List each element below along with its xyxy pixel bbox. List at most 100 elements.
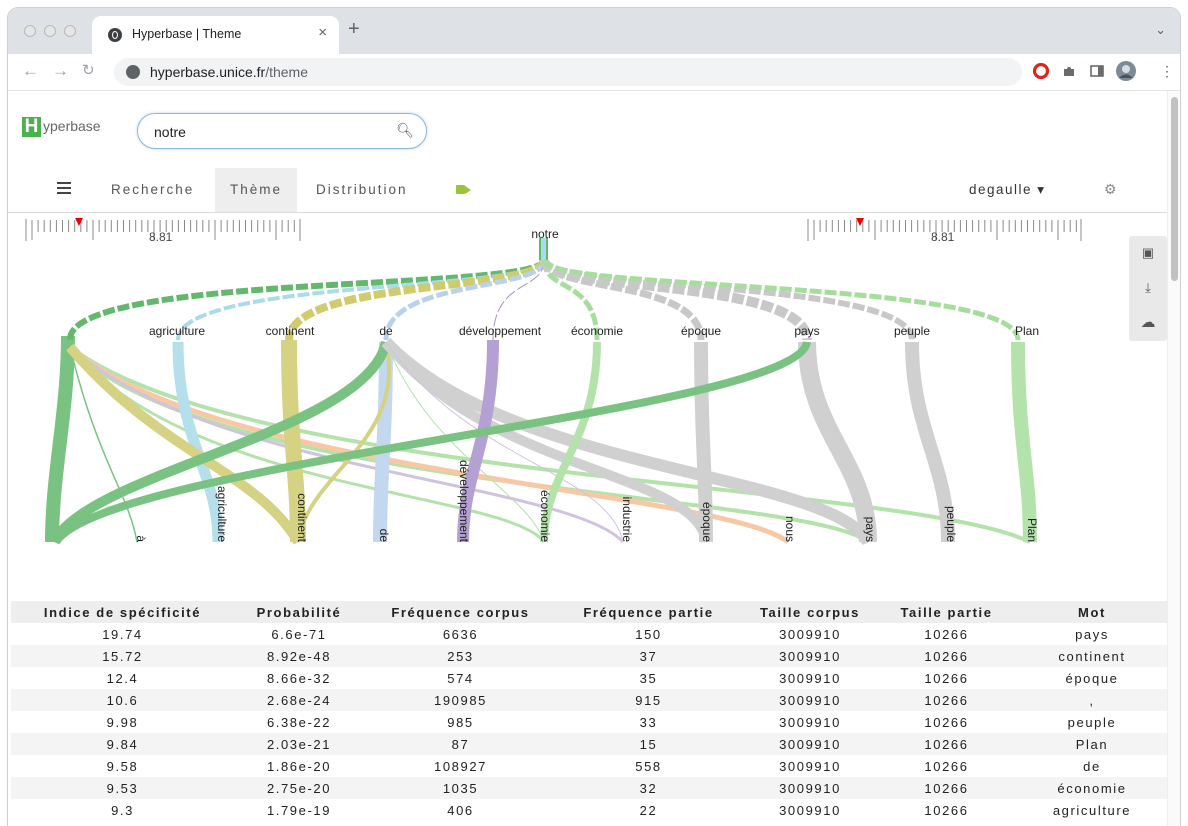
hyperbase-logo[interactable]: Hyperbase bbox=[22, 117, 101, 137]
column-header[interactable]: Mot bbox=[1013, 601, 1171, 623]
top-word-label[interactable]: pays bbox=[794, 324, 819, 338]
browser-tab[interactable]: Hyperbase | Theme × bbox=[92, 16, 339, 54]
table-cell: 558 bbox=[635, 758, 662, 774]
minimize-window-button[interactable] bbox=[44, 25, 56, 37]
profile-avatar[interactable] bbox=[1115, 60, 1137, 82]
search-icon[interactable]: 🔍︎ bbox=[396, 122, 414, 139]
main-menu: Recherche Thème Distribution degaulle ▾ … bbox=[8, 168, 1168, 213]
column-header[interactable]: Indice de spécificité bbox=[11, 601, 234, 623]
table-cell: 6.38e-22 bbox=[266, 714, 332, 730]
table-cell: continent bbox=[1013, 645, 1171, 667]
bottom-word-label[interactable]: pays bbox=[863, 517, 877, 542]
threshold-slider-left[interactable]: 8.81 bbox=[25, 218, 301, 244]
table-cell: 10266 bbox=[880, 645, 1013, 667]
table-cell: 1.79e-19 bbox=[266, 802, 332, 818]
bottom-word-label[interactable]: peuple bbox=[944, 506, 958, 542]
table-cell: 35 bbox=[639, 670, 658, 686]
table-header-row: Indice de spécificité Probabilité Fréque… bbox=[11, 601, 1171, 623]
bottom-word-label[interactable]: de bbox=[377, 529, 391, 543]
column-header[interactable]: Probabilité bbox=[234, 601, 364, 623]
table-cell: 8.66e-32 bbox=[266, 670, 332, 686]
close-window-button[interactable] bbox=[24, 25, 36, 37]
top-word-label[interactable]: époque bbox=[681, 324, 721, 338]
table-cell: 253 bbox=[364, 645, 557, 667]
table-cell: 37 bbox=[557, 645, 740, 667]
column-header[interactable]: Taille partie bbox=[880, 601, 1013, 623]
table-row[interactable]: 9.84 2.03e-21 87 15 3009910 10266 Plan bbox=[11, 733, 1171, 755]
table-cell: 1.86e-20 bbox=[266, 758, 332, 774]
table-row[interactable]: 9.58 1.86e-20 108927 558 3009910 10266 de bbox=[11, 755, 1171, 777]
address-bar[interactable]: hyperbase.unice.fr/theme bbox=[114, 58, 1022, 86]
hamburger-menu-icon[interactable] bbox=[57, 182, 71, 194]
top-word-label[interactable]: de bbox=[379, 324, 393, 338]
chevron-down-icon[interactable]: ⌄ bbox=[1155, 22, 1166, 38]
table-cell: 9.84 bbox=[11, 733, 234, 755]
reload-icon[interactable]: ↻ bbox=[82, 62, 95, 80]
table-row[interactable]: 9.98 6.38e-22 985 33 3009910 10266 peuple bbox=[11, 711, 1171, 733]
table-row[interactable]: 9.3 1.79e-19 406 22 3009910 10266 agriculture bbox=[11, 799, 1171, 821]
top-word-label[interactable]: développement bbox=[459, 324, 542, 338]
puzzle-extension-icon[interactable] bbox=[1061, 63, 1077, 79]
column-header[interactable]: Taille corpus bbox=[740, 601, 880, 623]
slider-thumb-left[interactable] bbox=[75, 218, 83, 226]
tab-close-icon[interactable]: × bbox=[318, 24, 327, 41]
tab-theme[interactable]: Thème bbox=[215, 168, 298, 212]
threshold-slider-right[interactable]: 8.81 bbox=[807, 218, 1082, 244]
table-row[interactable]: 10.6 2.68e-24 190985 915 3009910 10266, bbox=[11, 689, 1171, 711]
site-info-icon[interactable] bbox=[126, 65, 140, 79]
slider-value-right: 8.81 bbox=[931, 230, 955, 244]
url-text[interactable]: hyperbase.unice.fr/theme bbox=[150, 64, 308, 80]
video-camera-icon[interactable] bbox=[456, 185, 471, 194]
table-row[interactable]: 9.53 2.75e-20 1035 32 3009910 10266 économie bbox=[11, 777, 1171, 799]
top-word-label[interactable]: continent bbox=[266, 324, 315, 338]
globe-icon bbox=[108, 28, 122, 42]
kebab-menu-icon[interactable]: ⋮ bbox=[1160, 62, 1174, 80]
opera-extension-icon[interactable] bbox=[1033, 63, 1049, 79]
bottom-word-label[interactable]: époque bbox=[700, 502, 714, 542]
back-arrow-icon[interactable]: ← bbox=[22, 62, 39, 80]
scrollbar[interactable] bbox=[1167, 91, 1180, 826]
root-word-label[interactable]: notre bbox=[531, 227, 559, 241]
new-tab-button[interactable]: + bbox=[348, 19, 360, 39]
table-row[interactable]: 19.74 6.6e-71 6636 150 3009910 10266 pays bbox=[11, 623, 1171, 645]
bottom-word-label[interactable]: continent bbox=[295, 493, 309, 542]
bottom-word-label[interactable]: développement bbox=[457, 460, 471, 543]
top-word-label[interactable]: peuple bbox=[894, 324, 930, 338]
gear-icon[interactable]: ⚙ bbox=[1104, 181, 1117, 198]
scrollbar-thumb[interactable] bbox=[1171, 97, 1178, 281]
corpus-dropdown[interactable]: degaulle ▾ bbox=[969, 182, 1046, 198]
search-input[interactable] bbox=[152, 123, 386, 141]
bottom-word-label[interactable]: agriculture bbox=[215, 486, 229, 542]
top-word-label[interactable]: économie bbox=[571, 324, 623, 338]
column-header[interactable]: Fréquence partie bbox=[557, 601, 740, 623]
table-cell: 10266 bbox=[880, 689, 1013, 711]
bottom-word-label[interactable]: nous bbox=[783, 516, 797, 542]
maximize-window-button[interactable] bbox=[64, 25, 76, 37]
download-icon[interactable]: ⤓ bbox=[1129, 280, 1167, 296]
table-cell: 150 bbox=[635, 626, 662, 642]
table-cell: 15.72 bbox=[11, 645, 234, 667]
top-word-label[interactable]: agriculture bbox=[149, 324, 205, 338]
table-cell: 87 bbox=[364, 733, 557, 755]
side-panel-icon[interactable] bbox=[1089, 63, 1105, 79]
table-cell: de bbox=[1083, 758, 1101, 774]
table-row[interactable]: 15.72 8.92e-48 253 37 3009910 10266 continent bbox=[11, 645, 1171, 667]
bottom-word-label[interactable]: industrie bbox=[620, 497, 634, 543]
forward-arrow-icon[interactable]: → bbox=[52, 62, 69, 80]
tab-distribution[interactable]: Distribution bbox=[301, 168, 423, 212]
slider-value-left: 8.81 bbox=[149, 230, 173, 244]
table-cell: 10266 bbox=[880, 777, 1013, 799]
bottom-word-label[interactable]: économie bbox=[538, 490, 552, 542]
top-word-label[interactable]: Plan bbox=[1015, 324, 1039, 338]
bottom-word-label[interactable]: à bbox=[134, 535, 148, 542]
table-cell: 12.4 bbox=[106, 670, 139, 686]
table-cell: 3009910 bbox=[779, 626, 841, 642]
table-cell: 3009910 bbox=[779, 670, 841, 686]
bottom-word-label[interactable]: Plan bbox=[1025, 518, 1039, 542]
column-header[interactable]: Fréquence corpus bbox=[364, 601, 557, 623]
camera-icon[interactable]: ▣ bbox=[1129, 245, 1167, 261]
table-cell: 190985 bbox=[364, 689, 557, 711]
tab-recherche[interactable]: Recherche bbox=[96, 168, 209, 212]
cloud-icon[interactable]: ☁ bbox=[1129, 313, 1167, 331]
table-row[interactable]: 12.4 8.66e-32 574 35 3009910 10266 époque bbox=[11, 667, 1171, 689]
